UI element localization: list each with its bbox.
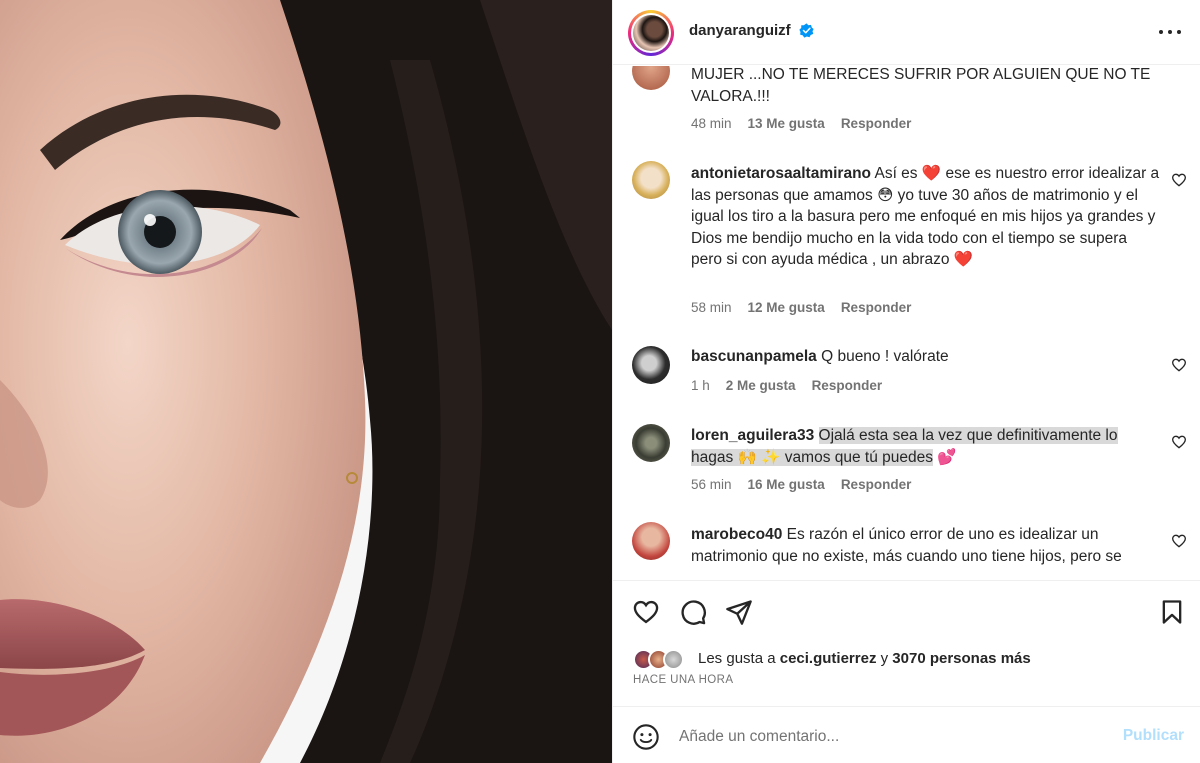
comment-username[interactable]: antonietarosaaltamirano xyxy=(691,165,871,182)
author-username[interactable]: danyaranguizf xyxy=(689,22,791,39)
comment-likes[interactable]: 13 Me gusta xyxy=(748,116,825,131)
comment-time[interactable]: 1 h xyxy=(691,378,710,393)
red-heart-emoji: ❤️ xyxy=(953,251,974,268)
comment-text: antonietarosaaltamirano Así es ❤️ ese es… xyxy=(691,165,1160,268)
emoji-icon[interactable] xyxy=(632,723,660,751)
reply-button[interactable]: Responder xyxy=(812,378,883,393)
author-avatar[interactable] xyxy=(628,10,674,56)
reply-button[interactable]: Responder xyxy=(841,300,912,315)
comment-meta: 1 h 2 Me gusta Responder xyxy=(691,378,882,393)
comment-meta: 48 min 13 Me gusta Responder xyxy=(691,116,911,131)
comment-input[interactable] xyxy=(679,724,1099,750)
comment-likes[interactable]: 2 Me gusta xyxy=(726,378,796,393)
raising-hands-emoji: 🙌 xyxy=(737,448,757,466)
liker-avatars[interactable] xyxy=(633,648,684,670)
comment-text: marobeco40 Es razón el único error de un… xyxy=(691,526,1122,565)
publish-button[interactable]: Publicar xyxy=(1123,727,1184,745)
bookmark-icon[interactable] xyxy=(1158,598,1186,626)
post-panel: danyaranguizf MUJER ...NO TE MERECES SUF… xyxy=(612,0,1200,763)
more-options-icon[interactable] xyxy=(1159,22,1181,42)
comment-text: loren_aguilera33 Ojalá esta sea la vez q… xyxy=(691,427,1118,466)
post-photo-illustration xyxy=(0,0,612,763)
verified-badge-icon xyxy=(799,23,814,38)
likes-summary: Les gusta a ceci.gutierrez y 3070 person… xyxy=(698,650,1031,667)
avatar xyxy=(663,648,684,670)
comment-meta: 56 min 16 Me gusta Responder xyxy=(691,477,911,492)
comment-username[interactable]: marobeco40 xyxy=(691,526,782,543)
heart-icon[interactable] xyxy=(632,598,660,626)
share-icon[interactable] xyxy=(725,598,753,626)
reply-button[interactable]: Responder xyxy=(841,477,912,492)
comment-composer: Publicar xyxy=(613,706,1200,763)
like-comment-heart-icon[interactable] xyxy=(1171,533,1187,549)
post-image[interactable] xyxy=(0,0,612,763)
comment-username[interactable]: loren_aguilera33 xyxy=(691,427,814,444)
liker-username[interactable]: ceci.gutierrez xyxy=(780,650,877,667)
commenter-avatar[interactable] xyxy=(632,522,670,560)
comment-time[interactable]: 48 min xyxy=(691,116,732,131)
likes-count[interactable]: 3070 personas más xyxy=(892,650,1030,667)
comment-meta: 58 min 12 Me gusta Responder xyxy=(691,300,911,315)
flushed-face-emoji: 😳 xyxy=(877,186,894,204)
post-timestamp[interactable]: HACE UNA HORA xyxy=(633,674,733,686)
like-comment-heart-icon[interactable] xyxy=(1171,357,1187,373)
red-heart-emoji: ❤️ xyxy=(921,165,942,182)
commenter-avatar[interactable] xyxy=(632,346,670,384)
commenter-avatar[interactable] xyxy=(632,161,670,199)
two-hearts-emoji: 💕 xyxy=(937,448,957,466)
comment-username[interactable]: bascunanpamela xyxy=(691,348,817,365)
post-header: danyaranguizf xyxy=(613,0,1200,65)
like-comment-heart-icon[interactable] xyxy=(1171,172,1187,188)
comments-list[interactable]: MUJER ...NO TE MERECES SUFRIR POR ALGUIE… xyxy=(613,66,1200,580)
reply-button[interactable]: Responder xyxy=(841,116,912,131)
comment-text: bascunanpamela Q bueno ! valórate xyxy=(691,348,949,365)
comment-likes[interactable]: 16 Me gusta xyxy=(748,477,825,492)
commenter-avatar[interactable] xyxy=(632,66,670,90)
comment-time[interactable]: 56 min xyxy=(691,477,732,492)
comment-time[interactable]: 58 min xyxy=(691,300,732,315)
sparkles-emoji: ✨ xyxy=(761,448,781,466)
like-comment-heart-icon[interactable] xyxy=(1171,434,1187,450)
comment-likes[interactable]: 12 Me gusta xyxy=(748,300,825,315)
comment-icon[interactable] xyxy=(679,598,707,626)
comment-text: MUJER ...NO TE MERECES SUFRIR POR ALGUIE… xyxy=(691,66,1151,105)
commenter-avatar[interactable] xyxy=(632,424,670,462)
